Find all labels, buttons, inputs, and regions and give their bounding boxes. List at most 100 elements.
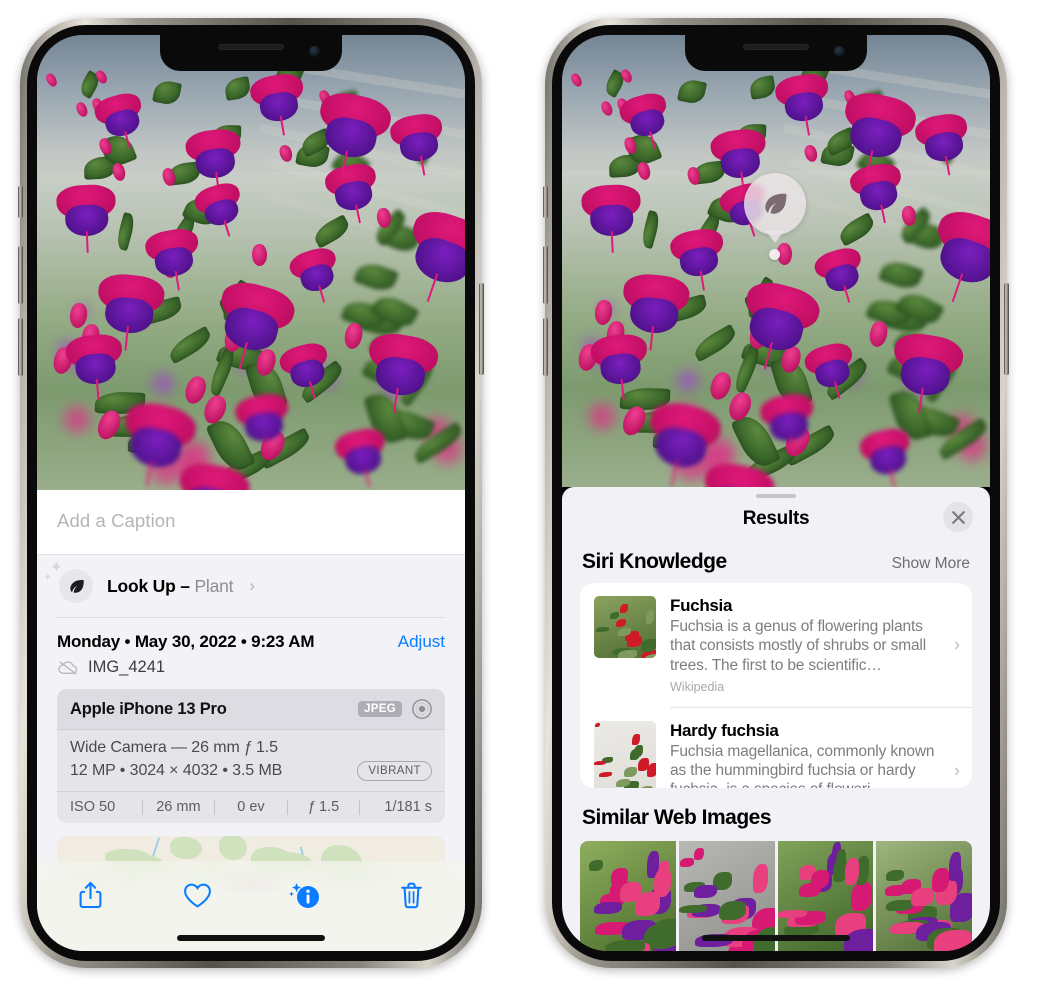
background-bokeh [588,403,616,430]
background-bokeh [677,369,699,392]
thumbnail-detail [620,604,628,614]
thumbnail-detail [640,638,656,652]
adjust-button[interactable]: Adjust [398,632,445,652]
look-up-label: Look Up – Plant [107,575,234,597]
fuchsia-bloom [580,183,642,254]
show-more-button[interactable]: Show More [892,555,970,573]
date-time-row: Monday • May 30, 2022 • 9:23 AM Adjust [37,618,465,654]
image-detail [934,929,972,951]
specs-row: 12 MP • 3024 × 4032 • 3.5 MB VIBRANT [70,761,432,781]
knowledge-body: Hardy fuchsia Fuchsia magellanica, commo… [670,721,958,788]
photo-viewer[interactable] [562,35,990,487]
chevron-right-icon: › [954,760,960,781]
image-detail [593,901,622,914]
visual-lookup-badge[interactable] [744,173,806,235]
image-detail [910,888,935,907]
heart-icon [184,883,211,908]
caption-field-container[interactable]: Add a Caption [37,490,465,555]
look-up-text: Look Up – [107,575,195,596]
volume-up-button-right[interactable] [543,246,548,304]
knowledge-thumbnail [594,720,656,788]
mute-switch-left[interactable] [18,186,23,218]
thumbnail-detail [630,748,640,760]
mute-switch-right[interactable] [543,186,548,218]
share-icon [79,881,102,909]
photo-viewer[interactable] [37,35,465,491]
power-button-left[interactable] [479,283,484,375]
delete-button[interactable] [389,875,435,915]
visual-lookup-anchor-dot [769,249,780,260]
volume-down-button-left[interactable] [18,318,23,376]
knowledge-title: Fuchsia [670,596,733,616]
camera-metadata-card[interactable]: Apple iPhone 13 Pro JPEG Wide Camera — 2… [57,689,445,823]
similar-web-image[interactable] [580,841,676,951]
siri-knowledge-title: Siri Knowledge [582,550,727,574]
left-phone-screen: Add a Caption ✦ ✦ Look Up – Plant › Mond… [37,35,465,951]
leaf-icon [765,193,787,214]
thumbnail-detail [594,760,606,765]
thumbnail-detail [637,786,654,788]
thumbnail-detail [615,618,627,628]
knowledge-snippet: Fuchsia is a genus of flowering plants t… [670,618,927,674]
similar-web-image[interactable] [876,841,972,951]
image-detail [886,869,904,881]
earpiece-speaker-icon [218,44,284,50]
icloud-slash-icon [58,661,78,675]
leaf-icon: ✦ ✦ [44,560,93,603]
trash-icon [401,882,422,908]
close-button[interactable] [943,502,973,533]
image-detail [949,852,962,881]
earpiece-speaker-icon [743,44,809,50]
power-button-right[interactable] [1004,283,1009,375]
home-indicator-left[interactable] [177,935,325,941]
image-detail [604,940,645,951]
exif-shutter-speed: 1/181 s [384,799,432,815]
metadata-header: Apple iPhone 13 Pro JPEG [57,689,445,730]
thumbnail-detail [610,611,620,619]
caption-input[interactable]: Add a Caption [57,510,445,532]
image-detail [752,864,769,893]
info-button[interactable] [282,875,328,915]
siri-knowledge-header: Siri Knowledge Show More [562,544,990,583]
format-badge: JPEG [358,701,402,717]
exif-focal-length: 26 mm [156,799,201,815]
results-sheet: Results Siri Knowledge Show More Fuchsia… [562,487,990,951]
image-detail [694,885,717,899]
thumbnail-detail [624,766,637,777]
knowledge-body: Fuchsia Fuchsia is a genus of flowering … [670,596,958,694]
front-camera-icon [834,46,845,57]
map-green-area [170,836,202,859]
aperture-icon [412,699,432,719]
image-detail [680,857,694,867]
look-up-row[interactable]: ✦ ✦ Look Up – Plant › [37,555,465,617]
fuchsia-bloom [55,183,117,254]
image-detail [693,847,705,861]
knowledge-source: Wikipedia [670,679,725,694]
right-phone-screen: Results Siri Knowledge Show More Fuchsia… [562,35,990,951]
left-phone-device: Add a Caption ✦ ✦ Look Up – Plant › Mond… [18,18,484,968]
volume-up-button-left[interactable] [18,246,23,304]
image-detail [886,899,914,911]
front-camera-icon [309,46,320,57]
siri-knowledge-card: Fuchsia Fuchsia is a genus of flowering … [580,583,972,788]
photo-datetime: Monday • May 30, 2022 • 9:23 AM [57,632,315,651]
home-indicator-right[interactable] [702,935,850,941]
image-detail [845,858,859,886]
screenshot-canvas: Add a Caption ✦ ✦ Look Up – Plant › Mond… [0,0,1055,985]
photographic-style-badge: VIBRANT [357,761,432,781]
volume-down-button-right[interactable] [543,318,548,376]
map-green-area [218,836,248,860]
knowledge-row[interactable]: Fuchsia Fuchsia is a genus of flowering … [580,583,972,707]
favorite-button[interactable] [175,875,221,915]
close-icon [951,510,965,524]
chevron-right-icon: › [954,634,960,655]
background-bokeh [63,406,91,433]
sparkle-small-icon: ✦ [44,572,52,582]
photo-filename: IMG_4241 [88,658,166,676]
image-detail [811,870,829,889]
right-phone-device: Results Siri Knowledge Show More Fuchsia… [543,18,1009,968]
knowledge-row[interactable]: Hardy fuchsia Fuchsia magellanica, commo… [580,708,972,788]
share-button[interactable] [68,875,114,915]
look-up-subject: Plant [194,575,234,596]
notch-right [685,35,867,71]
